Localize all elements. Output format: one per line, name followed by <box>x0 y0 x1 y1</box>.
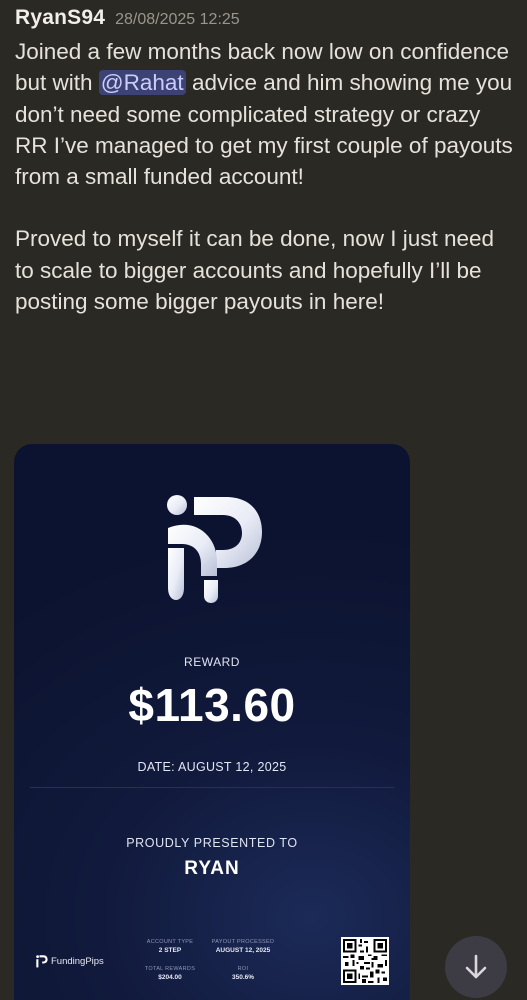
message-body: Joined a few months back now low on conf… <box>15 36 515 317</box>
reward-label: REWARD <box>184 655 240 669</box>
roi: ROI 350.6% <box>203 966 283 981</box>
message-header: RyanS94 28/08/2025 12:25 <box>15 6 515 34</box>
message-paragraph-1: Joined a few months back now low on conf… <box>15 36 515 192</box>
brand-name: FundingPips <box>51 956 104 967</box>
total-rewards: TOTAL REWARDS $204.00 <box>130 966 210 981</box>
roi-value: 350.6% <box>231 974 255 981</box>
brand-footer: FundingPips <box>36 955 104 968</box>
payout-processed-label: PAYOUT PROCESSED <box>211 939 275 945</box>
chat-message: RyanS94 28/08/2025 12:25 Joined a few mo… <box>15 6 515 317</box>
payout-certificate-image[interactable]: REWARD $113.60 DATE: AUGUST 12, 2025 PRO… <box>14 444 410 1000</box>
reward-amount: $113.60 <box>128 679 296 731</box>
scroll-to-bottom-button[interactable] <box>445 936 507 998</box>
recipient-name: RYAN <box>184 858 240 879</box>
divider <box>30 787 394 788</box>
roi-label: ROI <box>237 966 249 972</box>
total-rewards-value: $204.00 <box>158 974 182 981</box>
payout-processed-value: AUGUST 12, 2025 <box>215 947 271 954</box>
account-type-value: 2 STEP <box>158 947 182 954</box>
qr-code <box>341 937 389 985</box>
message-author[interactable]: RyanS94 <box>15 6 105 30</box>
total-rewards-label: TOTAL REWARDS <box>144 966 196 972</box>
account-type: ACCOUNT TYPE 2 STEP <box>130 939 210 954</box>
reward-date: DATE: AUGUST 12, 2025 <box>137 760 287 774</box>
user-mention[interactable]: @Rahat <box>98 70 186 96</box>
message-timestamp: 28/08/2025 12:25 <box>115 11 240 28</box>
account-type-label: ACCOUNT TYPE <box>146 939 194 945</box>
presented-to-label: PROUDLY PRESENTED TO <box>126 836 298 850</box>
payout-processed: PAYOUT PROCESSED AUGUST 12, 2025 <box>203 939 283 954</box>
message-paragraph-2: Proved to myself it can be done, now I j… <box>15 226 495 315</box>
arrow-down-icon <box>465 954 487 979</box>
fundingpips-mark-icon <box>36 955 48 968</box>
fundingpips-logo-icon <box>167 495 262 603</box>
